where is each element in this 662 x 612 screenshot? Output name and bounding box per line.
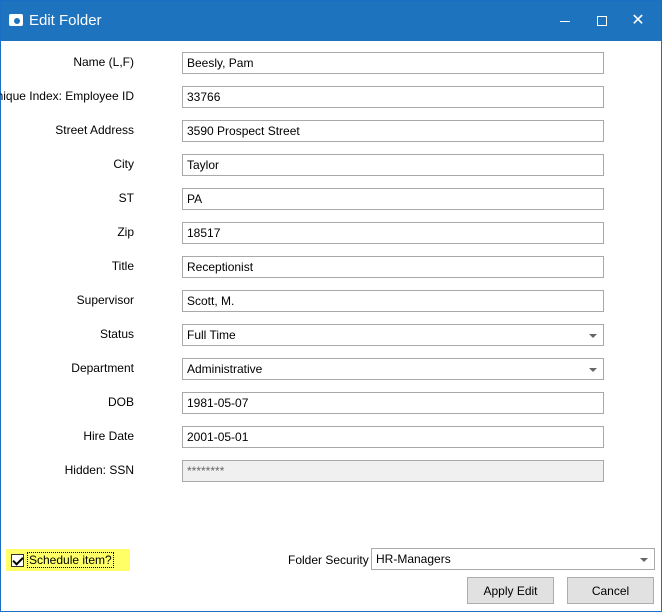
chevron-down-icon[interactable] <box>589 368 597 372</box>
camera-icon <box>9 14 23 26</box>
dob-label: DOB <box>107 395 134 409</box>
form-row-street-address: Street Address 3590 Prospect Street <box>1 120 621 144</box>
department-value: Administrative <box>187 362 263 376</box>
state-field[interactable]: PA <box>182 188 604 210</box>
form-row-state: ST PA <box>1 188 621 212</box>
title-field[interactable]: Receptionist <box>182 256 604 278</box>
form-row-city: City Taylor <box>1 154 621 178</box>
city-field[interactable]: Taylor <box>182 154 604 176</box>
street-address-label: Street Address <box>55 123 134 137</box>
chevron-down-icon[interactable] <box>589 334 597 338</box>
form-row-department: Department Administrative <box>1 358 621 382</box>
employee-id-field[interactable]: 33766 <box>182 86 604 108</box>
form-row-zip: Zip 18517 <box>1 222 621 246</box>
title-label: Title <box>111 259 134 273</box>
form-row-employee-id: Unique Index: Employee ID 33766 <box>0 86 621 110</box>
ssn-field: ******** <box>182 460 604 482</box>
close-button[interactable]: ✕ <box>615 1 661 41</box>
folder-security-label: Folder Security <box>288 553 369 567</box>
dob-field[interactable]: 1981-05-07 <box>182 392 604 414</box>
form-row-status: Status Full Time <box>1 324 621 348</box>
supervisor-label: Supervisor <box>76 293 134 307</box>
zip-field[interactable]: 18517 <box>182 222 604 244</box>
form-row-supervisor: Supervisor Scott, M. <box>1 290 621 314</box>
name-field[interactable]: Beesly, Pam <box>182 52 604 74</box>
apply-edit-button[interactable]: Apply Edit <box>467 577 554 604</box>
schedule-item-label: Schedule item? <box>27 552 114 568</box>
titlebar[interactable]: Edit Folder ✕ <box>1 1 661 41</box>
form-row-title: Title Receptionist <box>1 256 621 280</box>
status-label: Status <box>99 327 134 341</box>
cancel-button[interactable]: Cancel <box>567 577 654 604</box>
chevron-down-icon[interactable] <box>640 558 648 562</box>
schedule-item-checkbox[interactable]: Schedule item? <box>6 549 130 571</box>
status-select[interactable]: Full Time <box>182 324 604 346</box>
name-label: Name (L,F) <box>73 55 134 69</box>
folder-security-select[interactable]: HR-Managers <box>371 548 655 570</box>
department-label: Department <box>71 361 134 375</box>
zip-label: Zip <box>117 225 134 239</box>
supervisor-field[interactable]: Scott, M. <box>182 290 604 312</box>
ssn-label: Hidden: SSN <box>64 463 134 477</box>
close-icon: ✕ <box>631 12 645 29</box>
street-address-field[interactable]: 3590 Prospect Street <box>182 120 604 142</box>
window-title: Edit Folder <box>29 12 102 29</box>
hire-date-label: Hire Date <box>83 429 134 443</box>
employee-id-label: Unique Index: Employee ID <box>0 89 134 103</box>
form-row-ssn: Hidden: SSN ******** <box>1 460 621 484</box>
checkbox-checked-icon[interactable] <box>11 553 24 567</box>
form-row-dob: DOB 1981-05-07 <box>1 392 621 416</box>
edit-folder-window: Edit Folder ✕ Name (L,F) Beesly, Pam Uni… <box>0 0 662 612</box>
maximize-icon <box>597 16 607 26</box>
folder-security-value: HR-Managers <box>376 552 451 566</box>
state-label: ST <box>118 191 134 205</box>
hire-date-field[interactable]: 2001-05-01 <box>182 426 604 448</box>
form-row-name: Name (L,F) Beesly, Pam <box>1 52 621 76</box>
city-label: City <box>113 157 134 171</box>
minimize-icon <box>560 20 570 22</box>
department-select[interactable]: Administrative <box>182 358 604 380</box>
form-row-hire-date: Hire Date 2001-05-01 <box>1 426 621 450</box>
status-value: Full Time <box>187 328 236 342</box>
